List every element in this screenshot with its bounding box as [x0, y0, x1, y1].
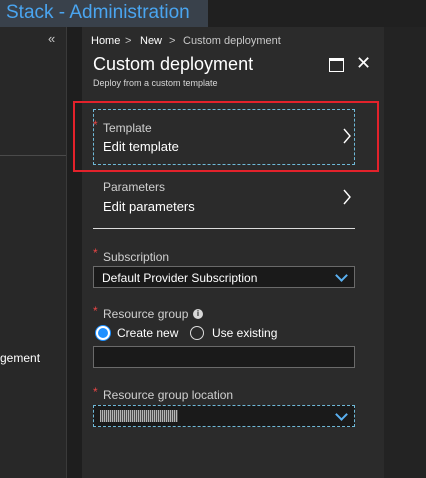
chevron-right-icon[interactable] [342, 188, 352, 206]
template-item[interactable] [93, 109, 355, 165]
parameters-divider [93, 228, 355, 229]
subscription-value: Default Provider Subscription [102, 271, 258, 285]
breadcrumb-separator: > [169, 35, 176, 47]
left-nav-item[interactable]: gement [0, 351, 40, 365]
breadcrumb-new[interactable]: New [140, 35, 162, 47]
template-value: Edit template [103, 139, 179, 154]
breadcrumb-home[interactable]: Home [91, 35, 120, 47]
info-icon[interactable]: i [193, 309, 203, 319]
radio-use-existing[interactable] [190, 326, 204, 340]
parameters-label: Parameters [103, 180, 166, 194]
resource-group-label: Resource group [103, 307, 189, 321]
radio-create-new[interactable] [96, 326, 110, 340]
close-icon[interactable]: ✕ [356, 53, 371, 74]
required-marker: * [93, 246, 98, 260]
subscription-label: Subscription [103, 250, 170, 264]
redacted-location-value [100, 410, 178, 422]
radio-use-existing-label[interactable]: Use existing [212, 326, 277, 340]
right-strip [384, 27, 426, 478]
chevron-right-icon[interactable] [342, 127, 352, 145]
template-label: Template [103, 121, 152, 135]
title-bar-right [208, 0, 426, 27]
left-divider [0, 155, 66, 156]
maximize-icon[interactable] [329, 58, 344, 72]
blade-subtitle: Deploy from a custom template [93, 78, 218, 88]
location-label: Resource group location [103, 388, 234, 402]
breadcrumb-separator: > [125, 35, 132, 47]
required-marker: * [93, 304, 98, 318]
radio-create-new-label[interactable]: Create new [117, 326, 178, 340]
collapse-icon[interactable]: « [48, 31, 55, 46]
blade-title: Custom deployment [93, 54, 254, 74]
left-nav-pane [0, 27, 67, 478]
required-marker: * [93, 118, 98, 132]
parameters-value[interactable]: Edit parameters [103, 199, 195, 214]
resource-group-input[interactable] [93, 346, 355, 368]
required-marker: * [93, 385, 98, 399]
breadcrumb-current: Custom deployment [183, 35, 281, 47]
app-title: Stack - Administration [6, 2, 190, 23]
